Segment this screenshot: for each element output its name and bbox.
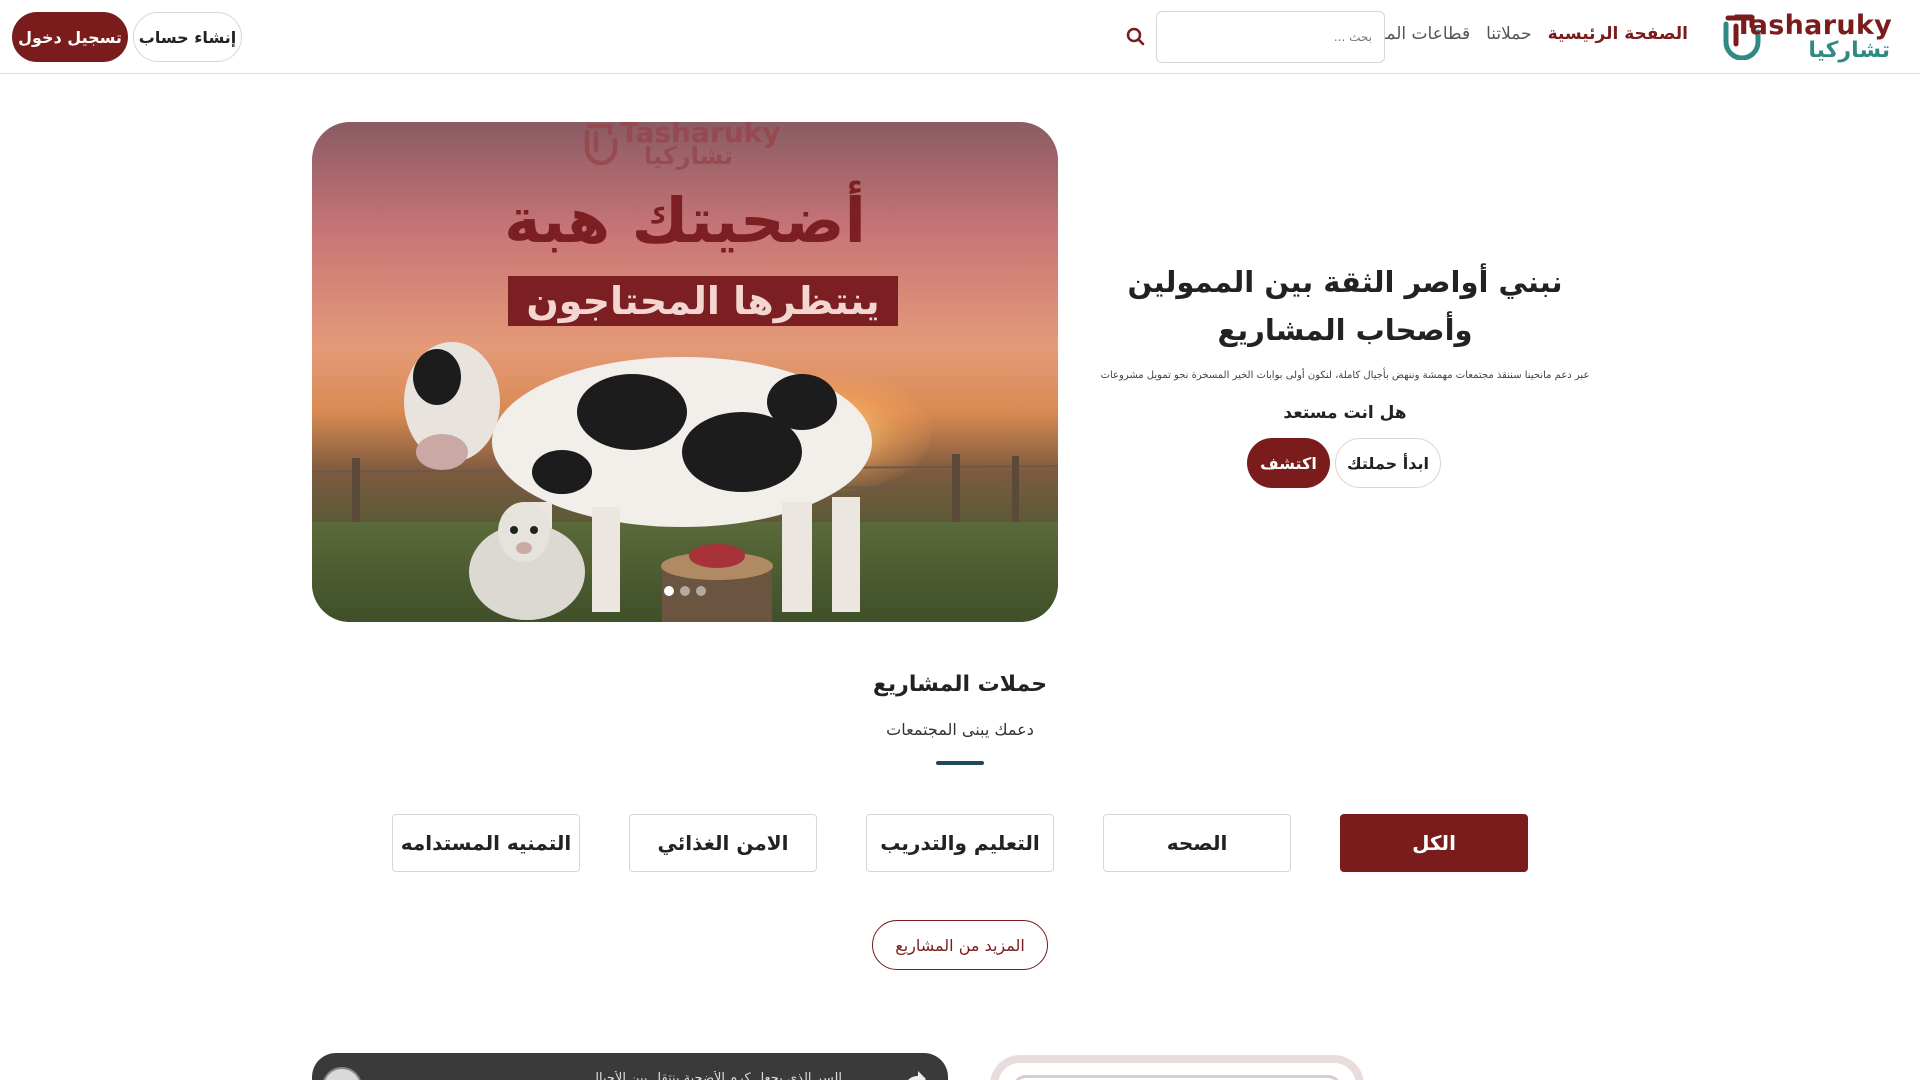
video-channel-avatar <box>322 1067 362 1080</box>
hero-text-block: نبني أواصر الثقة بين الممولين وأصحاب الم… <box>1070 258 1620 423</box>
login-button[interactable]: تسجيل دخول <box>12 12 128 62</box>
slide-headline: أضحيتك هبة <box>504 184 866 257</box>
more-projects-button[interactable]: المزيد من المشاريع <box>872 920 1048 970</box>
slide-meat-stump-illustration <box>661 544 773 622</box>
nav-item-home[interactable]: الصفحة الرئيسية <box>1548 24 1688 44</box>
search-input[interactable] <box>1156 11 1385 63</box>
hero-slider[interactable]: Tasharuky تشاركيا أضحيتك هبة ينتظرها الم… <box>312 122 1058 622</box>
logo-text-latin: Tasharuky <box>1734 10 1892 41</box>
slider-dot-3[interactable] <box>696 586 706 596</box>
site-logo[interactable]: Tasharuky تشاركيا <box>1712 10 1892 63</box>
feature-card-inner <box>1012 1075 1342 1080</box>
search-icon[interactable] <box>1124 24 1146 50</box>
slide-logo-mark-icon <box>584 123 618 166</box>
slide-watermark-logo: Tasharuky تشاركيا <box>584 122 794 172</box>
hero-buttons: اكتشف ابدأ حملتك <box>1247 438 1441 488</box>
hero-title: نبني أواصر الثقة بين الممولين وأصحاب الم… <box>1127 265 1563 347</box>
slider-dots <box>312 586 1058 596</box>
nav-item-campaigns[interactable]: حملاتنا <box>1486 24 1532 44</box>
tab-education[interactable]: التعليم والتدريب <box>866 814 1054 872</box>
hero-subtitle: عبر دعم مانحينا سننقذ مجتمعات مهمشة وننه… <box>1100 370 1590 381</box>
section-divider <box>936 761 984 765</box>
discover-button[interactable]: اكتشف <box>1247 438 1330 488</box>
hero-question: هل انت مستعد <box>1283 403 1407 423</box>
slide-subline: ينتظرها المحتاجون <box>508 276 898 326</box>
signup-button[interactable]: إنشاء حساب <box>133 12 242 62</box>
slider-dot-2[interactable] <box>680 586 690 596</box>
campaigns-subtitle: دعمك يبنى المجتمعات <box>886 720 1034 739</box>
start-campaign-button[interactable]: ابدأ حملتك <box>1335 438 1441 488</box>
tab-health[interactable]: الصحه <box>1103 814 1291 872</box>
tab-food-security[interactable]: الامن الغذائي <box>629 814 817 872</box>
slide-sheep-illustration <box>469 502 585 620</box>
slider-dot-1[interactable] <box>664 586 674 596</box>
tab-sustainable-development[interactable]: التمنيه المستدامه <box>392 814 580 872</box>
share-icon[interactable] <box>900 1067 928 1080</box>
logo-text-arabic: تشاركيا <box>1808 38 1890 63</box>
site-header: Tasharuky تشاركيا الصفحة الرئيسية حملاتن… <box>0 0 1920 74</box>
slide-logo-arabic: تشاركيا <box>644 142 734 170</box>
feature-card-frame <box>990 1055 1364 1080</box>
campaign-filter-tabs: الكل الصحه التعليم والتدريب الامن الغذائ… <box>392 814 1528 872</box>
tab-all[interactable]: الكل <box>1340 814 1528 872</box>
main-nav: الصفحة الرئيسية حملاتنا قطاعات المشاريع <box>1344 24 1688 44</box>
video-embed[interactable]: السر الذي يجعل كرم الأضحية ينتقل بين الأ… <box>312 1053 948 1080</box>
video-title: السر الذي يجعل كرم الأضحية ينتقل بين الأ… <box>577 1071 842 1080</box>
campaigns-title: حملات المشاريع <box>872 672 1048 697</box>
